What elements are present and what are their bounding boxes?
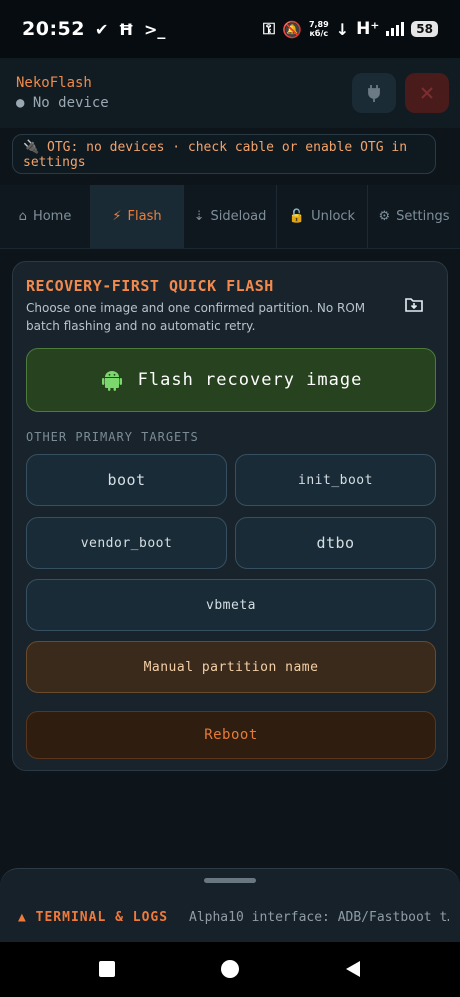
flash-recovery-button[interactable]: Flash recovery image	[26, 348, 436, 412]
home-icon: ⌂	[18, 209, 27, 224]
tab-label: Flash	[127, 209, 162, 224]
disconnect-button[interactable]	[405, 73, 449, 113]
tab-label: Home	[32, 209, 72, 224]
reboot-button[interactable]: Reboot	[26, 711, 436, 759]
plug-icon	[368, 85, 380, 102]
network-type: H⁺	[356, 19, 380, 39]
target-vbmeta-button[interactable]: vbmeta	[26, 579, 436, 631]
card-description: Choose one image and one confirmed parti…	[26, 301, 366, 333]
back-triangle-icon	[346, 961, 360, 977]
app-title: NekoFlash	[16, 75, 92, 91]
key-icon: ⚿	[262, 19, 276, 38]
manual-partition-button[interactable]: Manual partition name	[26, 641, 436, 693]
tab-flash[interactable]: ⚡ Flash	[91, 185, 184, 248]
quick-flash-card: RECOVERY-FIRST QUICK FLASH Choose one im…	[12, 261, 448, 771]
terminal-title[interactable]: ▲ TERMINAL & LOGS	[18, 910, 168, 925]
tab-label: Unlock	[311, 209, 356, 224]
terminal-prompt-icon: >_	[143, 19, 166, 39]
tab-sideload[interactable]: ⇣ Sideload	[184, 185, 277, 248]
h-icon: Ħ	[118, 19, 134, 39]
connect-button[interactable]	[352, 73, 396, 113]
sideload-icon: ⇣	[193, 209, 205, 224]
status-bar: 20:52 ✔ Ħ >_ ⚿ 🔕 7,89 кб/с ↓ H⁺ 58	[0, 0, 460, 58]
section-label: OTHER PRIMARY TARGETS	[26, 430, 199, 444]
folder-import-icon[interactable]	[405, 296, 423, 312]
target-vendor-boot-button[interactable]: vendor_boot	[26, 517, 227, 569]
flash-recovery-label: Flash recovery image	[137, 370, 363, 390]
clock: 20:52	[22, 18, 85, 40]
home-nav-button[interactable]	[219, 958, 241, 980]
drag-handle[interactable]	[204, 878, 256, 883]
net-speed-value: 7,89	[308, 20, 329, 29]
terminal-drawer[interactable]: ▲ TERMINAL & LOGS Alpha10 interface: ADB…	[0, 868, 460, 949]
tab-label: Settings	[396, 209, 450, 224]
target-boot-button[interactable]: boot	[26, 454, 227, 506]
close-icon	[421, 87, 433, 99]
recents-button[interactable]	[96, 958, 118, 980]
check-icon: ✔	[94, 19, 109, 39]
battery-icon: 58	[411, 21, 438, 37]
card-title: RECOVERY-FIRST QUICK FLASH	[26, 277, 274, 295]
target-init-boot-button[interactable]: init_boot	[235, 454, 436, 506]
circle-icon	[221, 960, 239, 978]
lock-icon: 🔓	[288, 209, 306, 224]
status-bar-left: 20:52 ✔ Ħ >_	[0, 18, 165, 40]
status-bar-right: ⚿ 🔕 7,89 кб/с ↓ H⁺ 58	[263, 19, 460, 39]
device-status: ● No device	[16, 95, 109, 111]
tab-unlock[interactable]: 🔓 Unlock	[277, 185, 368, 248]
system-nav-bar	[0, 942, 460, 997]
lightning-icon: ⚡	[112, 209, 122, 224]
android-icon	[101, 371, 122, 391]
app-header: NekoFlash ● No device	[0, 58, 460, 128]
gear-icon: ⚙	[378, 209, 391, 224]
terminal-preview: Alpha10 interface: ADB/Fastboot t…	[189, 910, 449, 925]
tab-label: Sideload	[210, 209, 267, 224]
download-arrow-icon: ↓	[335, 19, 350, 39]
net-speed: 7,89 кб/с	[309, 20, 329, 38]
mute-icon: 🔕	[282, 19, 302, 39]
otg-notice: 🔌 OTG: no devices · check cable or enabl…	[12, 134, 436, 174]
signal-icon	[386, 22, 405, 36]
tab-home[interactable]: ⌂ Home	[0, 185, 91, 248]
target-dtbo-button[interactable]: dtbo	[235, 517, 436, 569]
square-icon	[99, 961, 115, 977]
tab-settings[interactable]: ⚙ Settings	[368, 185, 460, 248]
back-button[interactable]	[342, 958, 364, 980]
net-speed-unit: кб/с	[309, 29, 329, 38]
tab-bar: ⌂ Home ⚡ Flash ⇣ Sideload 🔓 Unlock ⚙ Set…	[0, 185, 460, 249]
